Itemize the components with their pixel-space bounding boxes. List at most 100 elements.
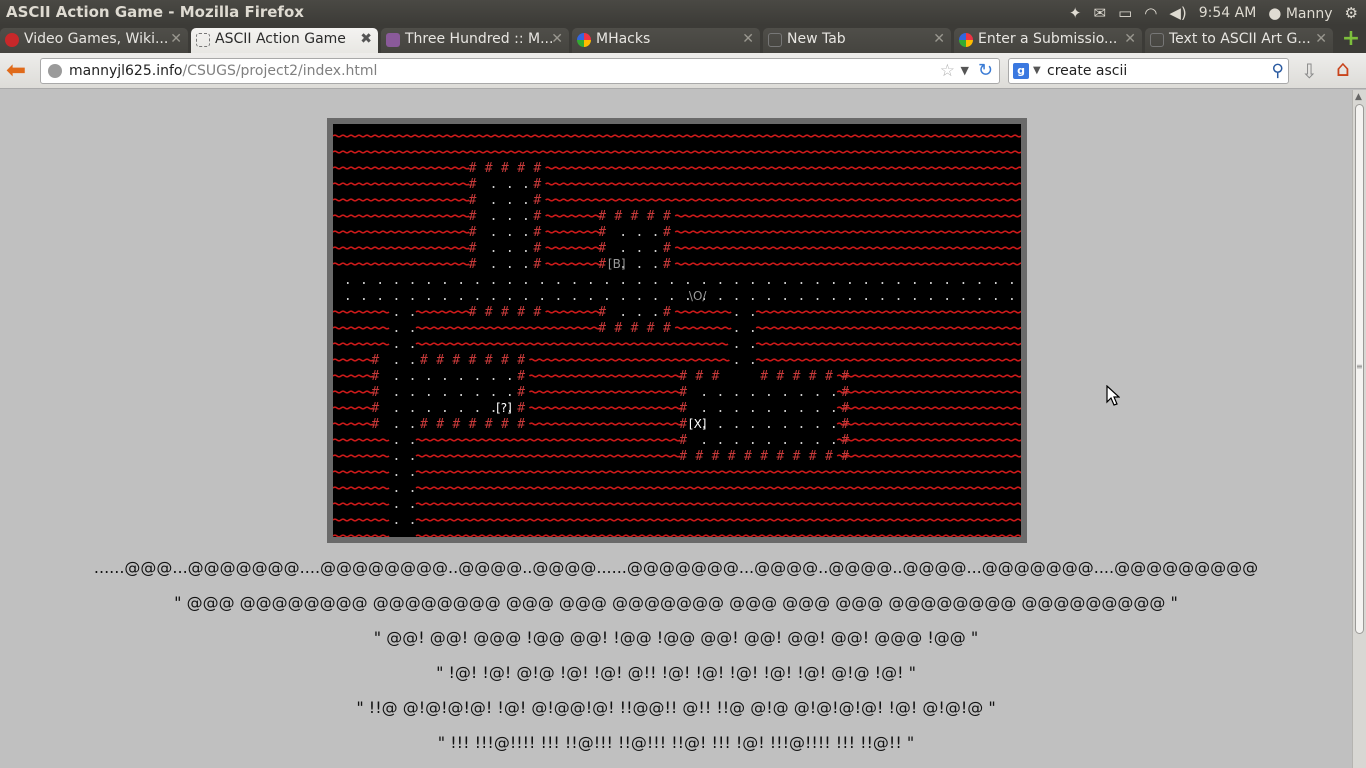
floor-tile: .	[927, 273, 935, 288]
close-tab-icon[interactable]: ✕	[551, 31, 563, 47]
tab-label: Enter a Submissio...	[978, 31, 1118, 47]
wall-tile: #	[371, 401, 379, 416]
floor-tile: .	[409, 497, 417, 512]
url-text[interactable]: mannyjl625.info/CSUGS/project2/index.htm…	[69, 63, 377, 79]
wall-tile: #	[841, 433, 849, 448]
mail-icon[interactable]: ✉	[1094, 4, 1107, 22]
floor-tile: .	[522, 241, 530, 256]
wall-tile: #	[420, 353, 428, 368]
volume-icon[interactable]: ◀)	[1169, 4, 1186, 22]
wall-tile: #	[533, 209, 541, 224]
scroll-up-arrow-icon[interactable]: ▲	[1355, 92, 1362, 102]
floor-tile: .	[781, 417, 789, 432]
floor-tile: .	[506, 289, 514, 304]
wall-tile: #	[533, 161, 541, 176]
close-tab-icon[interactable]: ✕	[742, 31, 754, 47]
floor-tile: .	[409, 449, 417, 464]
floor-tile: .	[716, 433, 724, 448]
floor-tile: .	[700, 273, 708, 288]
floor-tile: .	[781, 433, 789, 448]
floor-tile: .	[490, 177, 498, 192]
close-tab-icon[interactable]: ✕	[1315, 31, 1327, 47]
close-tab-icon[interactable]: ✖	[360, 31, 372, 47]
lava-tile	[415, 342, 729, 346]
tab-three-hundred[interactable]: Three Hundred :: M... ✕	[381, 28, 569, 53]
floor-tile: .	[797, 273, 805, 288]
lava-tile	[528, 422, 682, 426]
floor-tile: .	[571, 273, 579, 288]
vertical-scrollbar[interactable]: ▲ ≡	[1352, 90, 1366, 768]
lava-tile	[755, 342, 1021, 346]
google-engine-icon[interactable]: g	[1013, 63, 1029, 79]
lava-tile	[415, 326, 601, 330]
floor-tile: .	[749, 417, 757, 432]
floor-tile: .	[425, 273, 433, 288]
engine-dropdown-icon[interactable]: ▼	[1033, 65, 1041, 76]
wall-tile: #	[371, 353, 379, 368]
floor-tile: .	[927, 289, 935, 304]
tab-mhacks[interactable]: MHacks ✕	[572, 28, 760, 53]
tab-ascii-action-game[interactable]: ASCII Action Game ✖	[191, 28, 378, 53]
history-dropdown-icon[interactable]: ▼	[961, 64, 969, 77]
floor-tile: .	[522, 209, 530, 224]
lava-tile	[415, 486, 1021, 490]
tab-enter-submission[interactable]: Enter a Submissio... ✕	[954, 28, 1142, 53]
home-icon[interactable]: ⌂	[1336, 57, 1350, 82]
user-menu[interactable]: ● Manny	[1268, 4, 1332, 22]
lava-tile	[528, 374, 682, 378]
close-tab-icon[interactable]: ✕	[170, 31, 182, 47]
tab-text-to-ascii[interactable]: Text to ASCII Art G... ✕	[1145, 28, 1333, 53]
lava-tile	[836, 422, 1021, 426]
wall-tile: #	[614, 321, 622, 336]
floor-tile: .	[457, 385, 465, 400]
wall-tile: #	[663, 225, 671, 240]
search-bar[interactable]: g ▼ create ascii ⚲	[1008, 58, 1289, 84]
bookmark-star-icon[interactable]: ☆	[940, 61, 955, 81]
reload-icon[interactable]: ↻	[978, 60, 993, 81]
floor-tile: .	[716, 385, 724, 400]
game-canvas[interactable]: # # # # # # #... # #... # #... # #... # #... # #... # # # # #…	[333, 124, 1021, 537]
floor-tile: .	[846, 273, 854, 288]
floor-tile: .	[409, 289, 417, 304]
floor-tile: .	[619, 273, 627, 288]
floor-tile: .	[619, 305, 627, 320]
floor-tile: .	[506, 209, 514, 224]
downloads-arrow-icon[interactable]: ⇩	[1301, 59, 1318, 83]
floor-tile: .	[392, 481, 400, 496]
floor-tile: .	[652, 241, 660, 256]
floor-tile: .	[635, 289, 643, 304]
dropbox-icon[interactable]: ✦	[1069, 4, 1082, 22]
wall-tile: #	[841, 385, 849, 400]
wall-tile: #	[841, 401, 849, 416]
floor-tile: .	[749, 289, 757, 304]
lava-tile	[528, 406, 682, 410]
magnifier-search-icon[interactable]: ⚲	[1272, 61, 1284, 81]
floor-tile: .	[376, 289, 384, 304]
settings-gear-icon[interactable]: ⚙	[1345, 4, 1358, 22]
battery-icon[interactable]: ▭	[1118, 4, 1132, 22]
wifi-icon[interactable]: ◠	[1144, 4, 1157, 22]
site-identity-globe-icon[interactable]	[48, 64, 62, 78]
tab-label: New Tab	[787, 31, 846, 47]
new-tab-plus-icon[interactable]: +	[1340, 28, 1362, 51]
back-arrow-icon[interactable]: ⬅	[6, 58, 30, 83]
floor-tile: .	[409, 273, 417, 288]
url-host: mannyjl625.info	[69, 63, 183, 79]
close-tab-icon[interactable]: ✕	[1124, 31, 1136, 47]
floor-tile: .	[765, 401, 773, 416]
search-input[interactable]: create ascii	[1047, 63, 1127, 79]
lava-tile	[415, 470, 1021, 474]
tab-favicon-icon	[1150, 33, 1164, 47]
lava-tile	[674, 214, 1021, 218]
tab-video-games[interactable]: Video Games, Wiki... ✕	[0, 28, 188, 53]
floor-tile: .	[409, 369, 417, 384]
close-tab-icon[interactable]: ✕	[933, 31, 945, 47]
ascii-banner-line-3: " @@! @@! @@@ !@@ @@! !@@ !@@ @@! @@! @@…	[373, 628, 979, 647]
floor-tile: .	[911, 289, 919, 304]
clock[interactable]: 9:54 AM	[1199, 5, 1257, 21]
url-bar[interactable]: mannyjl625.info/CSUGS/project2/index.htm…	[40, 58, 1000, 84]
wall-tile: #	[663, 305, 671, 320]
os-top-panel: ASCII Action Game - Mozilla Firefox ✦ ✉ …	[0, 0, 1366, 25]
tab-new-tab[interactable]: New Tab ✕	[763, 28, 951, 53]
floor-tile: .	[700, 385, 708, 400]
